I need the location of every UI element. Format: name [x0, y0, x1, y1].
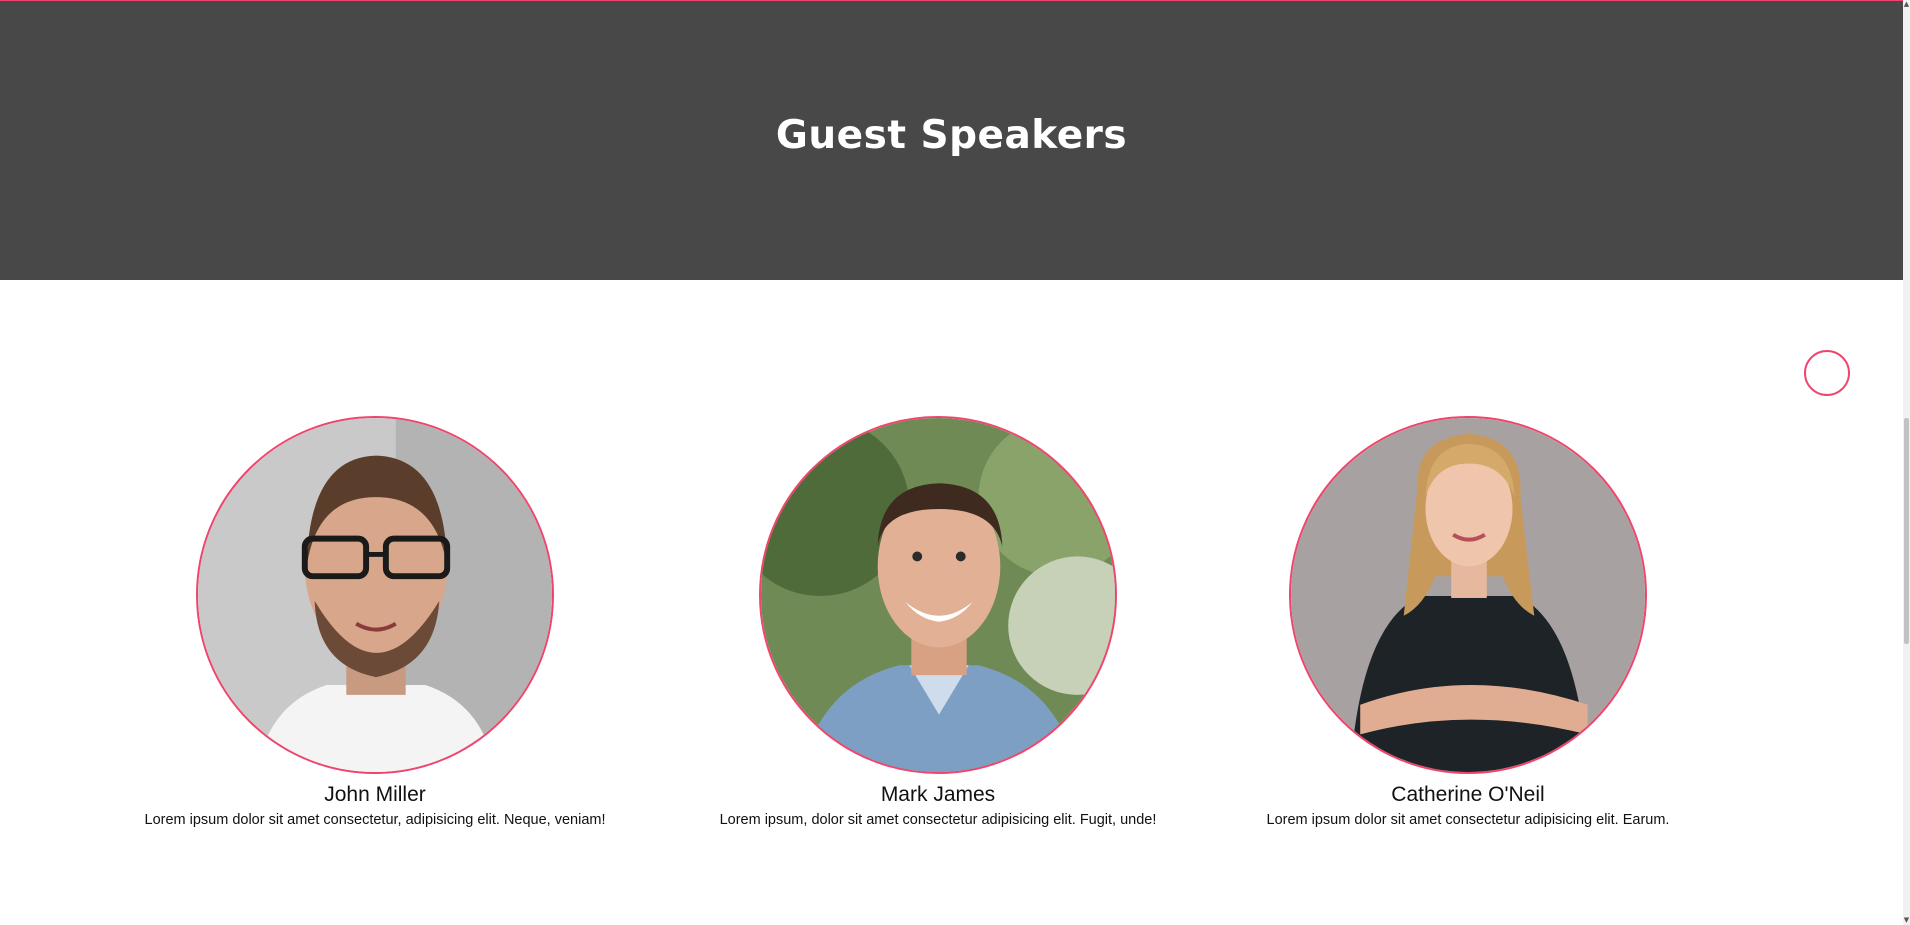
speaker-photo-mark-james — [759, 416, 1117, 774]
speaker-name: John Miller — [324, 783, 426, 806]
speaker-card-mark-james: Mark James Lorem ipsum, dolor sit amet c… — [678, 416, 1198, 830]
speaker-photo-catherine-oneil — [1289, 416, 1647, 774]
scroll-up-arrow-icon[interactable]: ▲ — [1903, 0, 1910, 9]
speaker-bio: Lorem ipsum dolor sit amet consectetur, … — [144, 812, 606, 828]
speaker-card-catherine-oneil: Catherine O'Neil Lorem ipsum dolor sit a… — [1208, 416, 1728, 830]
page: Guest Speakers John Miller Lorem ipsum d… — [0, 0, 1910, 925]
speaker-name: Mark James — [880, 783, 996, 806]
hero-banner: Guest Speakers — [0, 1, 1903, 280]
man-with-glasses-photo — [198, 418, 552, 772]
speaker-name: Catherine O'Neil — [1391, 783, 1545, 806]
scrollbar-thumb[interactable] — [1904, 418, 1909, 644]
speaker-card-john-miller: John Miller Lorem ipsum dolor sit amet c… — [115, 416, 635, 830]
speaker-photo-john-miller — [196, 416, 554, 774]
smiling-man-blue-shirt-photo — [761, 418, 1115, 772]
speaker-bio: Lorem ipsum dolor sit amet consectetur a… — [1266, 812, 1670, 828]
speaker-bio: Lorem ipsum, dolor sit amet consectetur … — [719, 812, 1157, 828]
circle-outline-icon[interactable] — [1804, 350, 1850, 396]
vertical-scrollbar[interactable]: ▲ ▼ — [1903, 0, 1910, 925]
woman-arms-crossed-photo — [1291, 418, 1645, 772]
page-title: Guest Speakers — [775, 113, 1128, 158]
scroll-down-arrow-icon[interactable]: ▼ — [1903, 916, 1910, 925]
